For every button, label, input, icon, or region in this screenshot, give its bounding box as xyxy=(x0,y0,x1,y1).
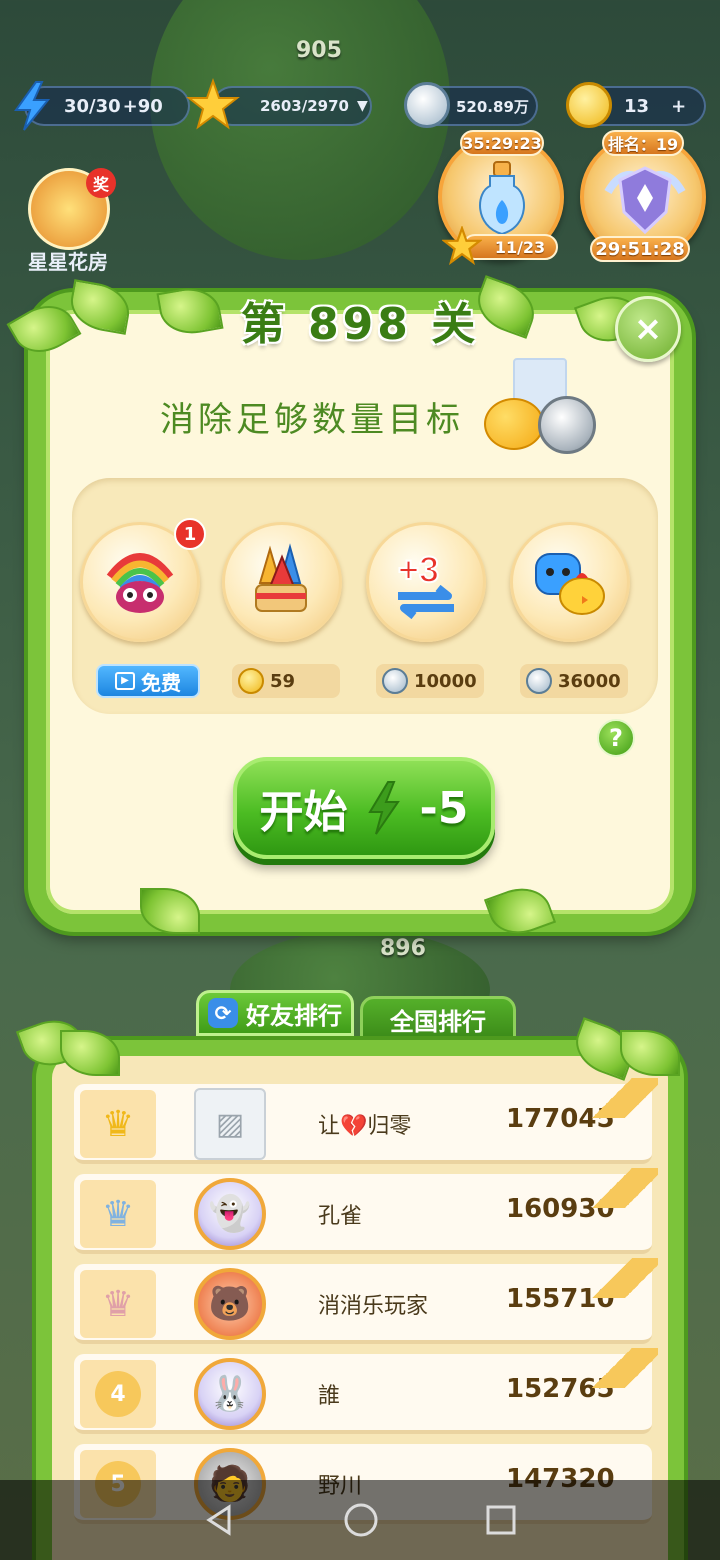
booster-price-value: 36000 xyxy=(558,670,621,692)
tab-friends-label: 好友排行 xyxy=(246,1001,342,1030)
silver-leaf-coin-icon xyxy=(538,396,596,454)
goal-description: 消除足够数量目标 xyxy=(160,400,464,440)
rank-timer: 29:51:28 xyxy=(590,236,690,262)
bronze-crown-icon: ♛ xyxy=(101,1283,135,1325)
silver-coin-icon xyxy=(382,668,408,694)
star-ribbon-icon xyxy=(588,1348,658,1388)
gold-coin-value: 13 xyxy=(624,95,650,117)
lightning-icon xyxy=(367,781,400,835)
avatar: 🐰 xyxy=(194,1358,266,1430)
rank-label: 排名：19 xyxy=(602,130,684,156)
start-label: 开始 xyxy=(259,787,348,838)
refresh-icon: ⟳ xyxy=(208,998,238,1028)
recents-icon[interactable] xyxy=(485,1504,517,1536)
rank-badge: ♛ xyxy=(80,1180,156,1248)
rank-badge: ♛ xyxy=(80,1270,156,1338)
player-name: 消消乐玩家 xyxy=(318,1294,429,1319)
player-name: 让💔归零 xyxy=(318,1114,412,1139)
free-booster-button[interactable]: ▶ 免费 xyxy=(96,664,200,698)
add-gold-icon[interactable]: + xyxy=(671,96,686,117)
gold-coin-icon xyxy=(238,668,264,694)
help-button[interactable]: ? xyxy=(597,719,635,757)
back-icon[interactable] xyxy=(203,1503,237,1537)
booster-firework[interactable] xyxy=(222,522,342,642)
rainbow-owl-icon xyxy=(106,553,174,613)
lightning-icon xyxy=(14,81,51,131)
free-label: 免费 xyxy=(141,670,181,695)
home-icon[interactable] xyxy=(343,1502,379,1538)
star-ribbon-icon xyxy=(588,1078,658,1118)
background-level-896: 896 xyxy=(380,936,426,961)
start-button[interactable]: 开始 -5 xyxy=(233,757,495,859)
garden-label: 星星花房 xyxy=(28,250,108,274)
silver-crown-icon: ♛ xyxy=(101,1193,135,1235)
silver-coin-icon xyxy=(526,668,552,694)
winged-shield-icon xyxy=(604,166,686,235)
firework-rocket-icon xyxy=(255,543,307,612)
silver-coin-value: 520.89万 xyxy=(456,97,529,116)
booster-price-firework: 59 xyxy=(232,664,340,698)
booster-price-plus-three: 10000 xyxy=(376,664,484,698)
avatar: 👻 xyxy=(194,1178,266,1250)
svg-text:+3: +3 xyxy=(398,549,439,590)
ranking-row[interactable]: ♛ 👻 孔雀 160930 xyxy=(74,1168,658,1254)
ranking-row[interactable]: ♛ 🐻 消消乐玩家 155710 xyxy=(74,1258,658,1344)
star-progress-value: 2603/2970 xyxy=(260,97,349,115)
rank-badge: 4 xyxy=(80,1360,156,1428)
rank-number: 4 xyxy=(95,1371,141,1417)
booster-animal-pair[interactable] xyxy=(510,522,630,642)
avatar: ▨ xyxy=(194,1088,266,1160)
animal-pair-icon xyxy=(535,553,605,615)
potion-timer: 35:29:23 xyxy=(460,130,544,156)
potion-star-icon xyxy=(442,226,482,266)
energy-bonus: +90 xyxy=(122,95,163,117)
ranking-row[interactable]: 4 🐰 誰 152765 xyxy=(74,1348,658,1434)
tab-national-label: 全国排行 xyxy=(390,1007,486,1036)
energy-value: 30/30 xyxy=(64,95,121,117)
star-ribbon-icon xyxy=(588,1258,658,1298)
plus-three-moves-icon: +3 xyxy=(397,548,454,620)
booster-count-badge: 1 xyxy=(174,518,206,550)
system-navigation-bar xyxy=(0,1480,720,1560)
booster-price-value: 10000 xyxy=(414,670,477,692)
tab-national-ranking[interactable]: 全国排行 xyxy=(360,996,516,1042)
level-title: 第 898 关 xyxy=(240,299,480,350)
avatar: 🐻 xyxy=(194,1268,266,1340)
close-button[interactable]: × xyxy=(615,296,681,362)
orange-jelly-icon xyxy=(484,398,544,450)
rank-badge: ♛ xyxy=(80,1090,156,1158)
chevron-down-icon: ▼ xyxy=(356,98,368,114)
tab-friends-ranking[interactable]: ⟳ 好友排行 xyxy=(196,990,354,1036)
video-play-icon: ▶ xyxy=(115,672,135,690)
background-level-905: 905 xyxy=(296,38,342,63)
star-icon xyxy=(186,78,240,130)
silver-coin-icon xyxy=(404,82,450,128)
star-ribbon-icon xyxy=(588,1168,658,1208)
ranking-row[interactable]: ♛ ▨ 让💔归零 177045 xyxy=(74,1078,658,1164)
booster-price-animal-pair: 36000 xyxy=(520,664,628,698)
player-name: 誰 xyxy=(318,1384,341,1409)
booster-price-value: 59 xyxy=(270,670,296,692)
gold-crown-icon: ♛ xyxy=(101,1103,135,1145)
gold-coin-icon xyxy=(566,82,612,128)
start-energy-cost: -5 xyxy=(419,782,469,834)
booster-plus-three-moves[interactable]: +3 xyxy=(366,522,486,642)
garden-reward-badge: 奖 xyxy=(86,168,116,198)
player-name: 孔雀 xyxy=(318,1204,363,1229)
